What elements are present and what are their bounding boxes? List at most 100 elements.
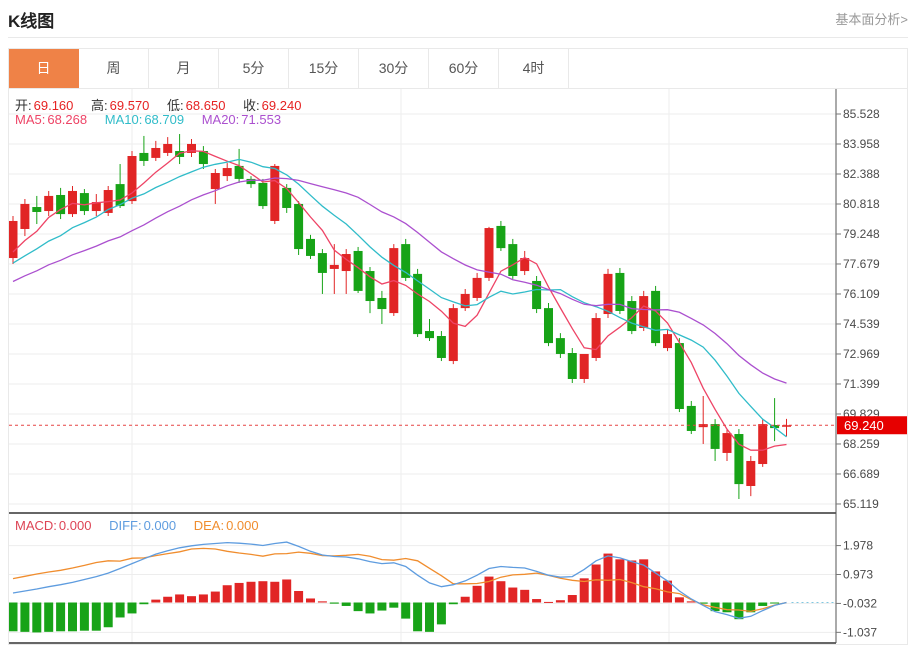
ma20-label: MA20: — [202, 112, 240, 127]
tab-15min[interactable]: 15分 — [289, 49, 359, 88]
fundamental-analysis-link[interactable]: 基本面分析> — [835, 9, 908, 28]
macd-bar — [770, 603, 779, 604]
candle-down — [651, 291, 660, 343]
candle-up — [163, 144, 172, 153]
macd-bar — [496, 581, 505, 602]
macd-bar — [377, 603, 386, 611]
open-label: 开: — [15, 98, 32, 113]
macd-bar — [544, 602, 553, 603]
low-label: 低: — [167, 98, 184, 113]
axis-tick-label: 71.399 — [843, 377, 880, 391]
candle-down — [282, 188, 291, 208]
macd-bar — [342, 603, 351, 606]
macd-bar — [92, 603, 101, 631]
macd-bar — [223, 585, 232, 602]
high-label: 高: — [91, 98, 108, 113]
macd-bar — [270, 582, 279, 603]
kline-canvas[interactable]: 85.52883.95882.38880.81879.24877.67976.1… — [9, 89, 907, 644]
candle-down — [32, 207, 41, 212]
candle-down — [354, 251, 363, 291]
macd-bar — [604, 554, 613, 603]
macd-bar — [461, 597, 470, 603]
macd-bar — [104, 603, 113, 628]
axis-tick-label: -0.032 — [843, 596, 877, 610]
macd-bar — [199, 594, 208, 602]
candle-down — [80, 193, 89, 211]
candle-down — [377, 298, 386, 309]
macd-bar — [235, 583, 244, 603]
macd-bar — [389, 603, 398, 608]
macd-bar — [163, 597, 172, 603]
macd-bar — [318, 601, 327, 602]
tab-day[interactable]: 日 — [9, 49, 79, 88]
candle-down — [627, 301, 636, 331]
tab-30min[interactable]: 30分 — [359, 49, 429, 88]
axis-tick-label: 80.818 — [843, 197, 880, 211]
macd-bar — [651, 571, 660, 602]
axis-tick-label: 65.119 — [843, 497, 879, 511]
candle-down — [318, 253, 327, 273]
candle-down — [294, 204, 303, 249]
candle-up — [746, 461, 755, 486]
macd-readout: MACD:0.000 DIFF:0.000 DEA:0.000 — [15, 518, 261, 533]
low-value: 68.650 — [186, 98, 226, 113]
macd-bar — [139, 603, 148, 605]
macd-bar — [592, 565, 601, 603]
candle-down — [508, 244, 517, 276]
macd-bar — [413, 603, 422, 632]
chart-area: 开:69.160 高:69.570 低:68.650 收:69.240 MA5:… — [8, 88, 908, 645]
axis-tick-label: 82.388 — [843, 167, 880, 181]
diff-value: 0.000 — [144, 518, 177, 533]
candle-down — [687, 406, 696, 431]
axis-tick-label: 74.539 — [843, 317, 880, 331]
axis-tick-label: 66.689 — [843, 467, 880, 481]
macd-bar — [56, 603, 65, 632]
ma-readout: MA5:68.268 MA10:68.709 MA20:71.553 — [15, 112, 283, 127]
macd-bar — [294, 591, 303, 603]
macd-bar — [723, 603, 732, 613]
candle-down — [366, 271, 375, 301]
open-value: 69.160 — [34, 98, 74, 113]
ma20-value: 71.553 — [241, 112, 281, 127]
candle-up — [449, 308, 458, 361]
tab-week[interactable]: 周 — [79, 49, 149, 88]
candle-up — [20, 204, 29, 229]
macd-bar — [80, 603, 89, 631]
candle-up — [270, 166, 279, 221]
candle-up — [9, 221, 18, 258]
candle-up — [758, 424, 767, 464]
axis-tick-label: 72.969 — [843, 347, 880, 361]
candle-up — [473, 278, 482, 298]
macd-bar — [211, 592, 220, 603]
macd-bar — [247, 582, 256, 603]
tab-5min[interactable]: 5分 — [219, 49, 289, 88]
macd-bar — [449, 603, 458, 605]
tab-60min[interactable]: 60分 — [429, 49, 499, 88]
macd-bar — [32, 603, 41, 633]
candle-down — [568, 353, 577, 379]
axis-tick-label: 83.958 — [843, 137, 880, 151]
ma5-label: MA5: — [15, 112, 45, 127]
macd-bar — [366, 603, 375, 614]
candle-down — [139, 153, 148, 161]
macd-bar — [520, 590, 529, 603]
macd-bar — [473, 586, 482, 603]
macd-bar — [151, 600, 160, 603]
macd-bar — [532, 599, 541, 602]
axis-tick-label: 0.973 — [843, 567, 873, 581]
axis-tick-label: 1.978 — [843, 539, 873, 553]
macd-bar — [282, 579, 291, 602]
tab-4hour[interactable]: 4时 — [499, 49, 569, 88]
tab-month[interactable]: 月 — [149, 49, 219, 88]
candle-down — [437, 336, 446, 358]
candle-up — [723, 433, 732, 453]
dea-label: DEA: — [194, 518, 224, 533]
candle-down — [306, 239, 315, 256]
candle-down — [425, 331, 434, 338]
kline-widget: { "header": { "title": "K线图", "link": "基… — [0, 0, 915, 649]
axis-tick-label: 76.109 — [843, 287, 880, 301]
macd-bar — [128, 603, 137, 614]
candle-up — [580, 354, 589, 379]
candle-down — [556, 338, 565, 354]
candle-up — [211, 173, 220, 189]
